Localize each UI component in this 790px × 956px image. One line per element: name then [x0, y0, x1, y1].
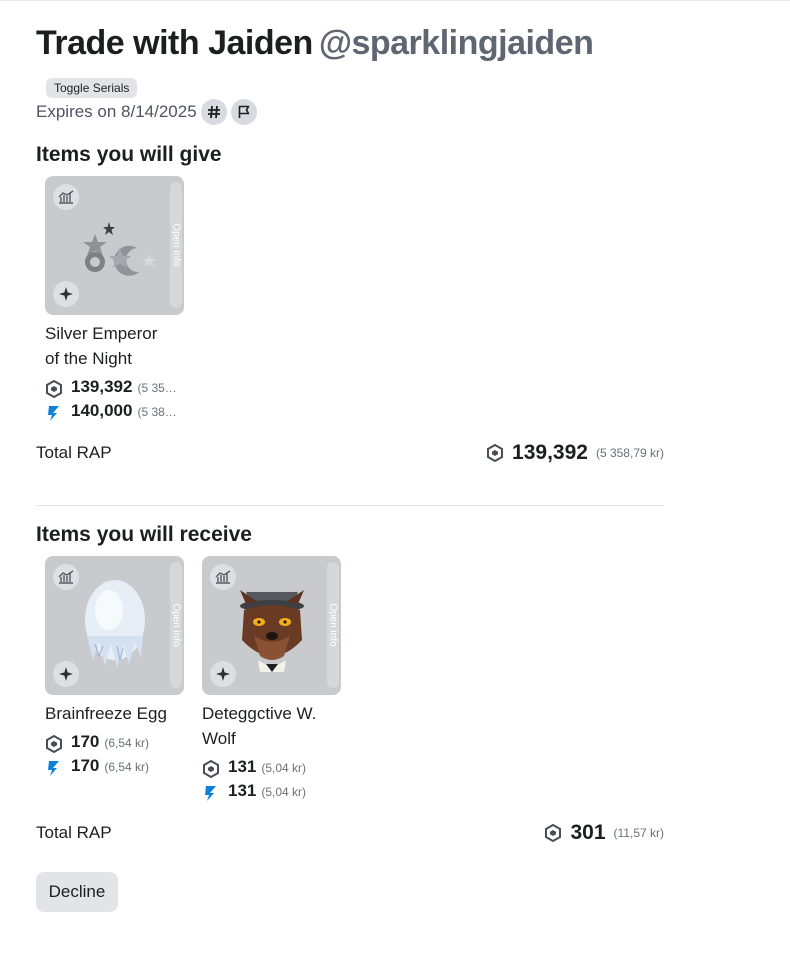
robux-icon	[46, 735, 62, 753]
receive-total-value: 301 (11,57 kr)	[544, 821, 664, 845]
item-value-row: 140,000 (5 38…	[45, 401, 185, 425]
brainfreeze-egg-image	[85, 580, 145, 668]
robux-icon	[203, 760, 219, 778]
item-thumbnail[interactable]: Open info	[45, 556, 184, 695]
page-title: Trade with Jaiden	[36, 24, 313, 62]
item-rap-row: 131 (5,04 kr)	[202, 757, 342, 781]
value-icon	[48, 761, 59, 776]
hash-icon[interactable]	[200, 99, 227, 125]
item-value-row: 170 (6,54 kr)	[45, 756, 185, 780]
open-info-tab[interactable]: Open info	[327, 562, 339, 688]
deteggctive-wolf-image	[240, 590, 304, 672]
item-name[interactable]: Brainfreeze Egg	[45, 701, 185, 726]
give-total-label: Total RAP	[36, 443, 112, 462]
receive-item-card[interactable]: Open info Brainfreeze Egg 170 (6,54 kr) …	[45, 556, 185, 780]
open-info-tab[interactable]: Open info	[170, 562, 182, 688]
silver-emperor-image	[83, 222, 156, 276]
robux-icon	[487, 444, 504, 462]
open-info-tab[interactable]: Open info	[170, 182, 182, 308]
flag-icon[interactable]	[230, 99, 257, 125]
item-value-row: 131 (5,04 kr)	[202, 781, 342, 805]
item-thumbnail[interactable]: Open info	[45, 176, 184, 315]
item-rap-row: 170 (6,54 kr)	[45, 732, 185, 756]
expires-text: Expires on 8/14/2025	[36, 102, 197, 121]
value-icon	[205, 786, 216, 801]
expires-row: Expires on 8/14/2025	[36, 99, 257, 125]
robux-icon	[46, 380, 62, 398]
give-heading: Items you will give	[36, 143, 222, 166]
item-name[interactable]: Silver Emperor of the Night	[45, 321, 185, 371]
receive-heading: Items you will receive	[36, 523, 252, 546]
section-divider	[36, 505, 664, 506]
receive-item-card[interactable]: Open info Deteggctive W. Wolf 131 (5,04 …	[202, 556, 342, 805]
robux-icon	[545, 824, 562, 842]
trade-header: Trade with Jaiden @sparklingjaiden	[36, 24, 594, 63]
decline-button[interactable]: Decline	[36, 872, 118, 912]
receive-total-label: Total RAP	[36, 823, 112, 842]
toggle-serials-button[interactable]: Toggle Serials	[46, 78, 138, 98]
user-handle-link[interactable]: @sparklingjaiden	[319, 24, 594, 62]
value-icon	[48, 406, 59, 421]
give-total-value: 139,392 (5 358,79 kr)	[486, 441, 664, 465]
top-divider	[0, 0, 790, 1]
item-rap-row: 139,392 (5 35…	[45, 377, 185, 401]
item-thumbnail[interactable]: Open info	[202, 556, 341, 695]
give-item-card[interactable]: Open info Silver Emperor of the Night 13…	[45, 176, 185, 425]
item-name[interactable]: Deteggctive W. Wolf	[202, 701, 342, 751]
